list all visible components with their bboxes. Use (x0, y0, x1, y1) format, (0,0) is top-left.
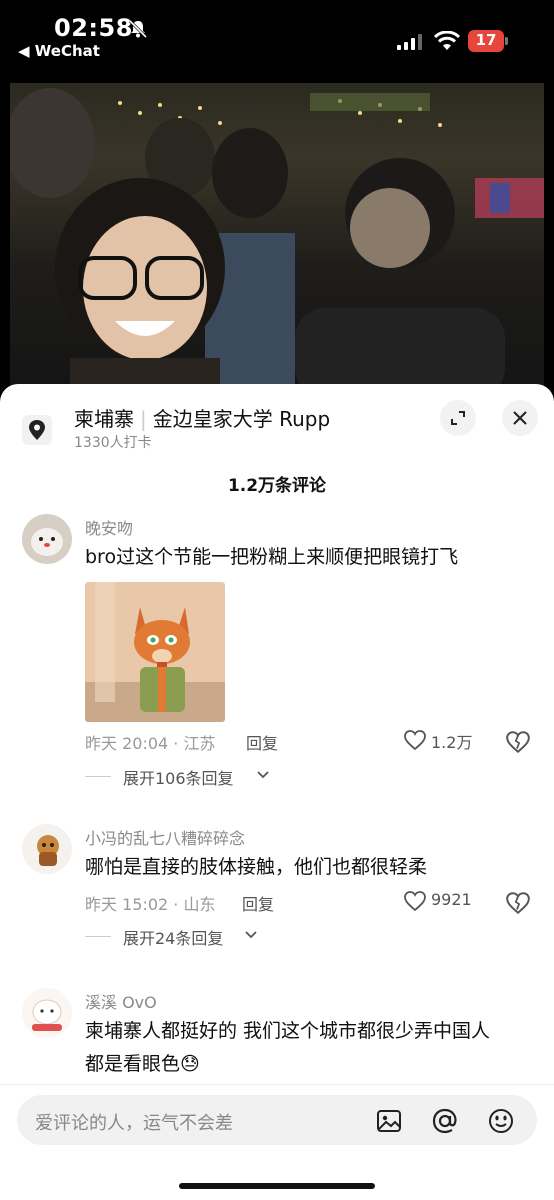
mute-bell-icon (128, 19, 148, 39)
status-time: 02:58 (54, 14, 133, 42)
expand-replies-button[interactable]: 展开24条回复 (85, 925, 285, 948)
heart-icon (404, 730, 426, 751)
checkin-count: 1330人打卡 (74, 435, 152, 451)
like-button[interactable]: 9921 (403, 889, 493, 915)
chevron-down-icon (245, 931, 257, 939)
divider (85, 936, 111, 937)
location-title[interactable]: 柬埔寨 | 金边皇家大学 Rupp (74, 403, 330, 432)
reply-button[interactable]: 回复 (242, 891, 274, 915)
heart-icon (404, 891, 426, 912)
comment-text-line2: 都是看眼色😓 (85, 1053, 200, 1075)
battery-level: 17 (475, 31, 497, 49)
video-preview[interactable] (10, 83, 544, 393)
location-country: 柬埔寨 (74, 407, 134, 431)
chevron-down-icon (257, 771, 269, 779)
like-count: 9921 (431, 890, 472, 909)
video-frame-illustration (10, 88, 544, 393)
comment-username[interactable]: 晚安吻 (85, 515, 133, 539)
divider (85, 776, 111, 777)
location-pin-icon (22, 415, 52, 445)
avatar[interactable] (22, 514, 72, 564)
comment-text-line1: 柬埔寨人都挺好的 我们这个城市都很少弄中国人 (85, 1020, 491, 1042)
avatar[interactable] (22, 988, 72, 1038)
reply-button[interactable]: 回复 (246, 730, 278, 754)
broken-heart-icon[interactable] (505, 890, 531, 916)
expand-replies-label: 展开24条回复 (123, 929, 224, 948)
expand-icon (451, 411, 465, 425)
close-button[interactable] (502, 400, 538, 436)
emoji-icon[interactable] (487, 1107, 515, 1135)
location-place: 金边皇家大学 Rupp (152, 407, 331, 431)
status-bar: 02:58 ◀ WeChat 17 (0, 0, 554, 70)
comment-time-location: 昨天 20:04 · 江苏 (85, 734, 216, 753)
like-count: 1.2万 (431, 733, 473, 752)
comment-username[interactable]: 溪溪 OvO (85, 989, 157, 1013)
at-icon[interactable] (431, 1107, 459, 1135)
comment-input-bar: 爱评论的人，运气不会差 (0, 1084, 554, 1200)
comment-input-placeholder: 爱评论的人，运气不会差 (35, 1113, 233, 1134)
signal-icon (397, 34, 422, 50)
comment-input[interactable]: 爱评论的人，运气不会差 (17, 1095, 537, 1145)
expand-replies-button[interactable]: 展开106条回复 (85, 765, 285, 788)
close-icon (513, 411, 527, 425)
comment-text: 哪怕是直接的肢体接触，他们也都很轻柔 (85, 856, 428, 878)
battery-indicator: 17 (468, 30, 508, 52)
back-to-wechat-link[interactable]: ◀ WeChat (18, 42, 100, 60)
expand-replies-label: 展开106条回复 (123, 769, 234, 788)
home-indicator[interactable] (179, 1183, 375, 1189)
comment-time-location: 昨天 15:02 · 山东 (85, 895, 216, 914)
expand-button[interactable] (440, 400, 476, 436)
image-icon[interactable] (375, 1107, 403, 1135)
comment-text: bro过这个节能一把粉糊上来顺便把眼镜打飞 (85, 546, 459, 568)
like-button[interactable]: 1.2万 (403, 728, 493, 754)
broken-heart-icon[interactable] (505, 729, 531, 755)
avatar[interactable] (22, 824, 72, 874)
wifi-icon (434, 31, 460, 50)
comment-username[interactable]: 小冯的乱七八糟碎碎念 (85, 825, 245, 849)
comment-count-title: 1.2万条评论 (227, 476, 327, 496)
comment-sticker-image[interactable] (85, 582, 225, 722)
comments-sheet: 柬埔寨 | 金边皇家大学 Rupp 1330人打卡 1.2万条评论 晚安吻 bro过… (0, 384, 554, 1200)
